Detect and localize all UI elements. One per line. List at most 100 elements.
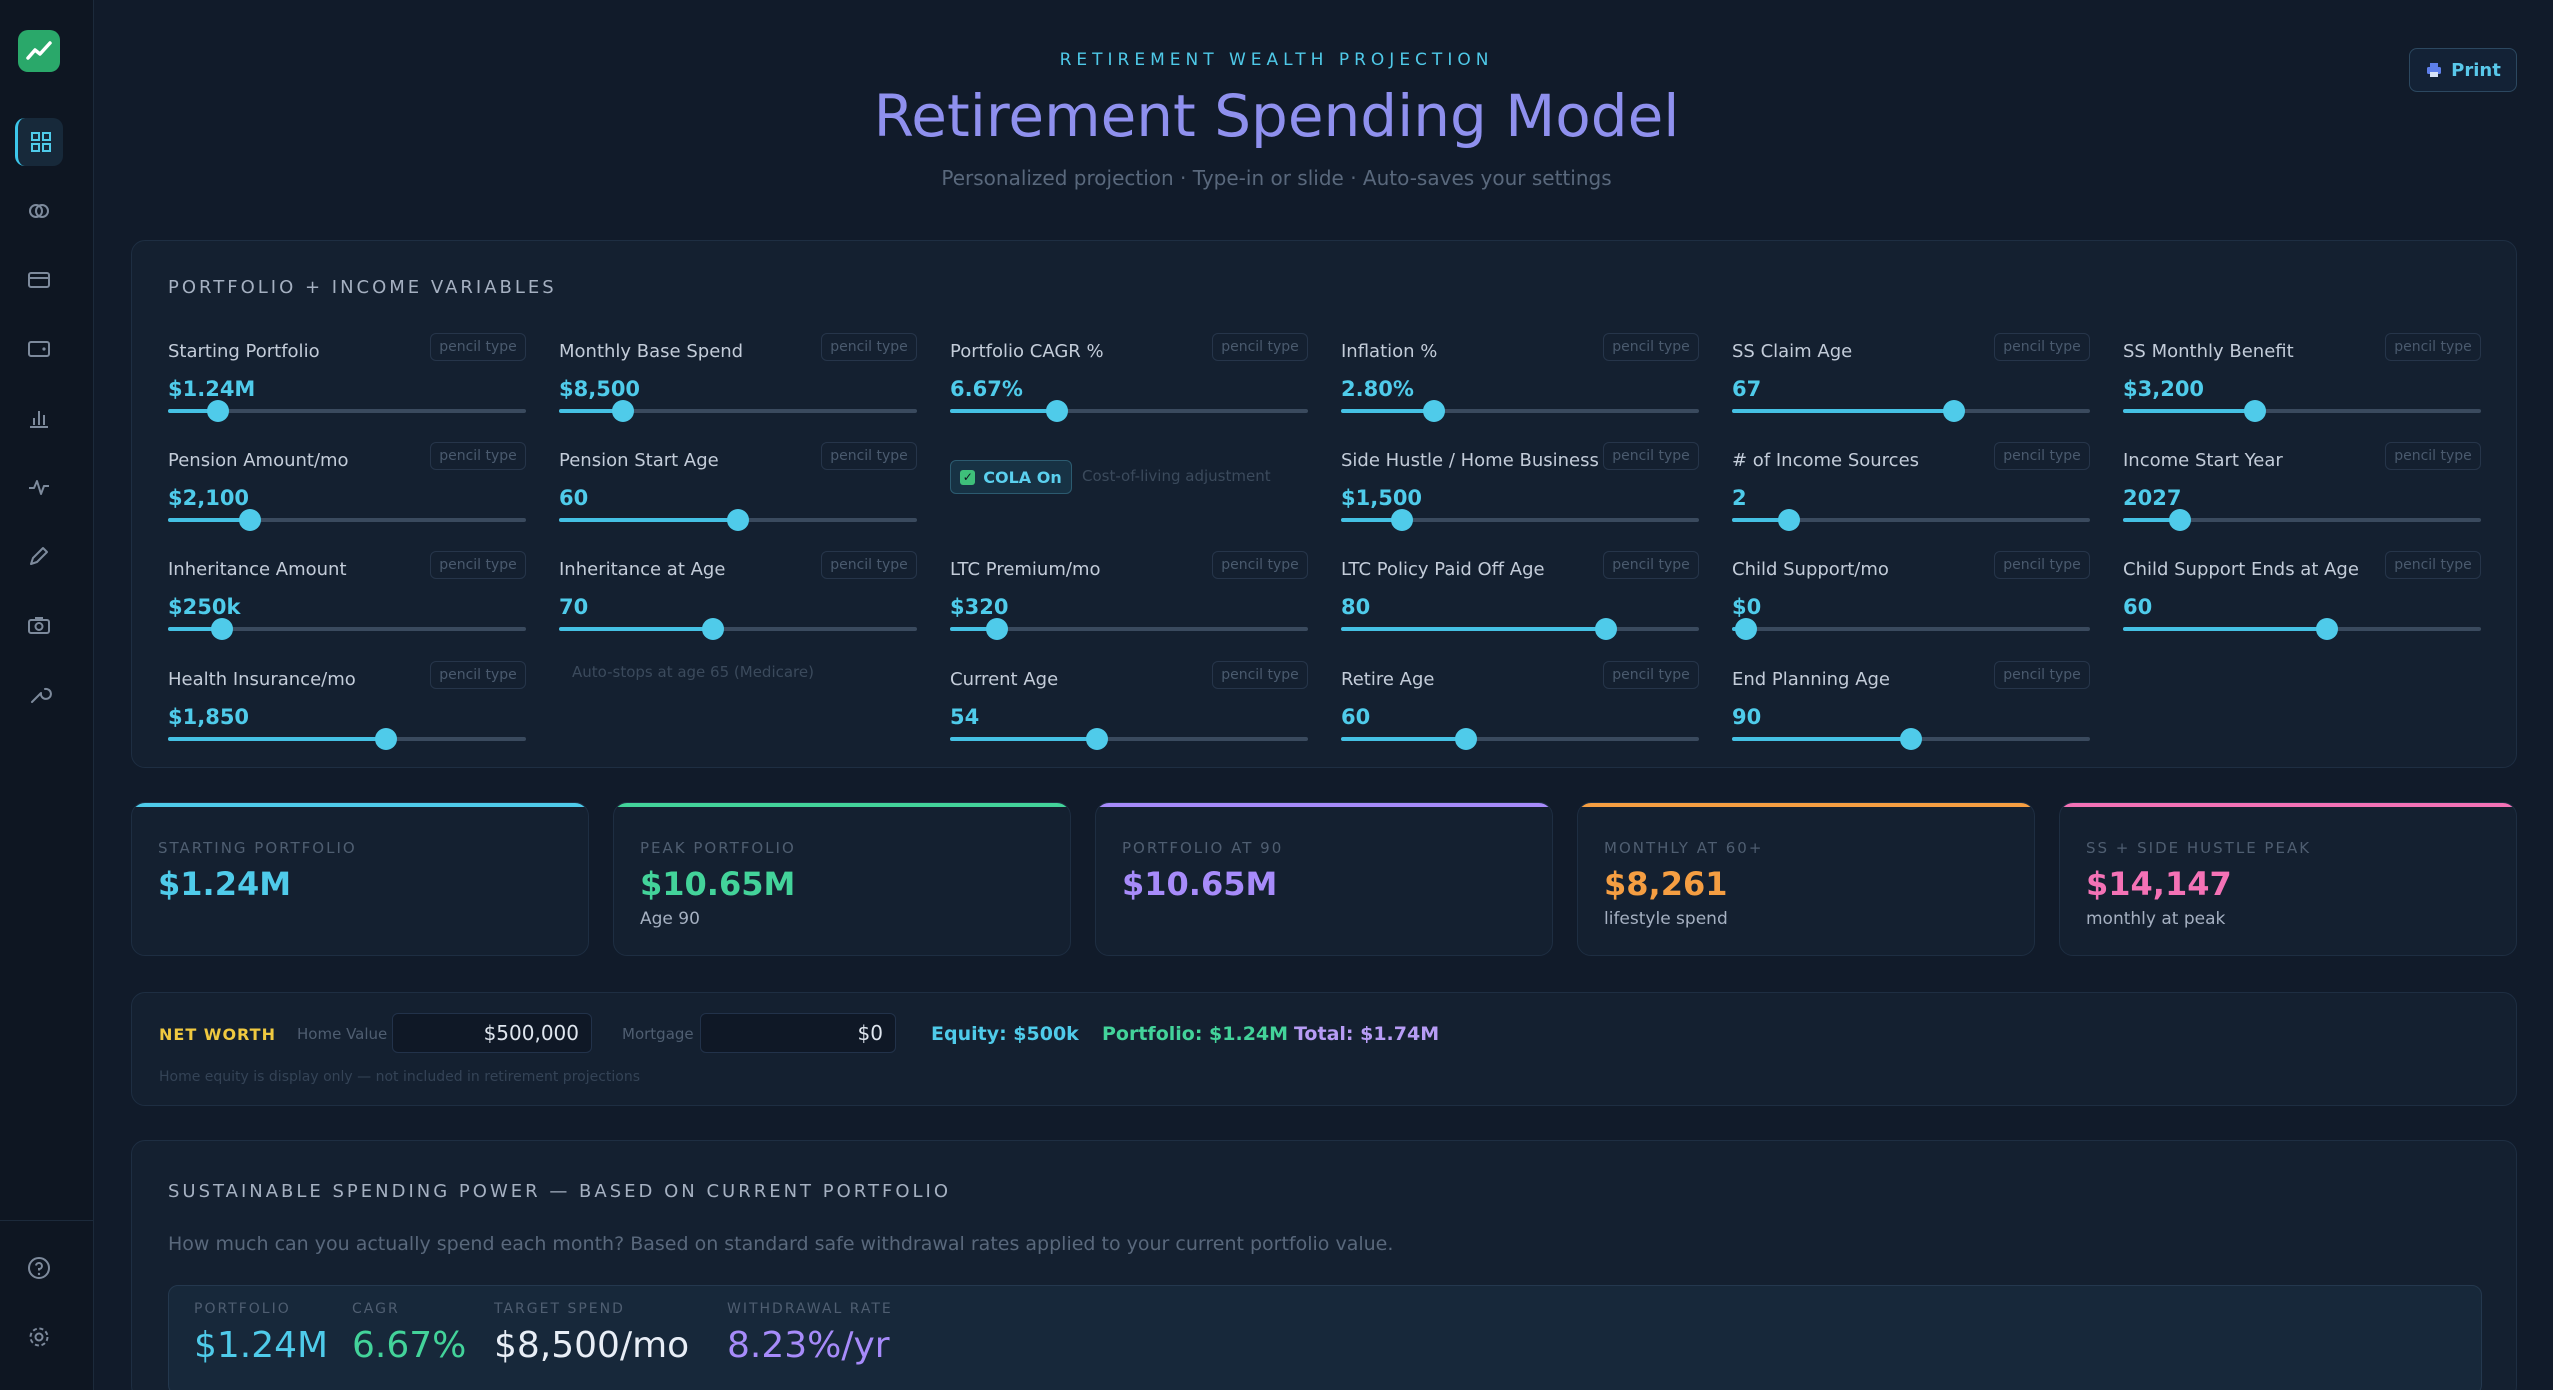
slider-thumb[interactable] bbox=[1390, 509, 1413, 531]
pencil-type-button[interactable]: pencil type bbox=[1994, 551, 2090, 579]
variable-value[interactable]: $2,100 bbox=[168, 486, 249, 510]
slider-thumb[interactable] bbox=[1085, 728, 1108, 750]
slider-thumb[interactable] bbox=[1046, 400, 1069, 422]
variable-control: SS Claim Age pencil type 67 bbox=[1732, 333, 2090, 441]
slider-thumb[interactable] bbox=[375, 728, 398, 750]
slider-thumb[interactable] bbox=[701, 618, 724, 640]
variable-value[interactable]: $0 bbox=[1732, 595, 1761, 619]
slider-track[interactable] bbox=[1732, 509, 2090, 531]
nav-wallet[interactable] bbox=[15, 325, 63, 373]
pencil-type-button[interactable]: pencil type bbox=[1994, 661, 2090, 689]
slider-thumb[interactable] bbox=[2316, 618, 2339, 640]
slider-thumb[interactable] bbox=[1455, 728, 1478, 750]
variable-value[interactable]: 2027 bbox=[2123, 486, 2181, 510]
slider-track[interactable] bbox=[168, 400, 526, 422]
slider-track[interactable] bbox=[168, 509, 526, 531]
nav-tools[interactable] bbox=[15, 670, 63, 718]
variable-value[interactable]: 54 bbox=[950, 705, 979, 729]
variable-value[interactable]: $1,850 bbox=[168, 705, 249, 729]
variable-value[interactable]: 60 bbox=[2123, 595, 2152, 619]
slider-track[interactable] bbox=[1341, 400, 1699, 422]
pencil-type-button[interactable]: pencil type bbox=[2385, 333, 2481, 361]
pencil-type-button[interactable]: pencil type bbox=[430, 661, 526, 689]
slider-track[interactable] bbox=[1732, 728, 2090, 750]
pencil-type-button[interactable]: pencil type bbox=[1212, 661, 1308, 689]
pencil-type-button[interactable]: pencil type bbox=[1212, 333, 1308, 361]
variable-label: End Planning Age bbox=[1732, 669, 1891, 690]
slider-thumb[interactable] bbox=[2244, 400, 2267, 422]
pencil-type-button[interactable]: pencil type bbox=[430, 442, 526, 470]
slider-thumb[interactable] bbox=[612, 400, 635, 422]
slider-track[interactable] bbox=[950, 400, 1308, 422]
variable-value[interactable]: $3,200 bbox=[2123, 377, 2204, 401]
variable-value[interactable]: 70 bbox=[559, 595, 588, 619]
variable-value[interactable]: 60 bbox=[559, 486, 588, 510]
pencil-type-button[interactable]: pencil type bbox=[1603, 333, 1699, 361]
nav-cards[interactable] bbox=[15, 256, 63, 304]
slider-thumb[interactable] bbox=[1778, 509, 1801, 531]
variable-value[interactable]: 2.80% bbox=[1341, 377, 1414, 401]
slider-track[interactable] bbox=[2123, 509, 2481, 531]
pencil-type-button[interactable]: pencil type bbox=[430, 333, 526, 361]
pencil-type-button[interactable]: pencil type bbox=[1603, 551, 1699, 579]
slider-track[interactable] bbox=[2123, 400, 2481, 422]
variable-value[interactable]: 2 bbox=[1732, 486, 1747, 510]
slider-thumb[interactable] bbox=[2169, 509, 2192, 531]
pencil-type-button[interactable]: pencil type bbox=[1603, 661, 1699, 689]
slider-thumb[interactable] bbox=[207, 400, 230, 422]
home-value-input[interactable]: $500,000 bbox=[392, 1013, 592, 1053]
print-button[interactable]: Print bbox=[2409, 48, 2517, 92]
slider-thumb[interactable] bbox=[239, 509, 262, 531]
variable-value[interactable]: $1,500 bbox=[1341, 486, 1422, 510]
mortgage-input[interactable]: $0 bbox=[700, 1013, 896, 1053]
slider-track[interactable] bbox=[1341, 618, 1699, 640]
nav-edit[interactable] bbox=[15, 532, 63, 580]
nav-activity[interactable] bbox=[15, 463, 63, 511]
variable-value[interactable]: 67 bbox=[1732, 377, 1761, 401]
slider-track[interactable] bbox=[950, 728, 1308, 750]
nav-settings[interactable] bbox=[15, 1313, 63, 1361]
slider-track[interactable] bbox=[559, 618, 917, 640]
slider-thumb[interactable] bbox=[1423, 400, 1446, 422]
pencil-type-button[interactable]: pencil type bbox=[821, 442, 917, 470]
variable-value[interactable]: 60 bbox=[1341, 705, 1370, 729]
pencil-type-button[interactable]: pencil type bbox=[2385, 551, 2481, 579]
slider-track[interactable] bbox=[168, 618, 526, 640]
variable-value[interactable]: $8,500 bbox=[559, 377, 640, 401]
pencil-type-button[interactable]: pencil type bbox=[821, 333, 917, 361]
pencil-type-button[interactable]: pencil type bbox=[821, 551, 917, 579]
slider-track[interactable] bbox=[1732, 618, 2090, 640]
variable-value[interactable]: 6.67% bbox=[950, 377, 1023, 401]
variable-value[interactable]: 80 bbox=[1341, 595, 1370, 619]
slider-thumb[interactable] bbox=[210, 618, 233, 640]
slider-track[interactable] bbox=[168, 728, 526, 750]
pencil-type-button[interactable]: pencil type bbox=[2385, 442, 2481, 470]
pencil-type-button[interactable]: pencil type bbox=[1994, 333, 2090, 361]
pencil-type-button[interactable]: pencil type bbox=[1603, 442, 1699, 470]
nav-charts[interactable] bbox=[15, 394, 63, 442]
variable-value[interactable]: $1.24M bbox=[168, 377, 255, 401]
variable-value[interactable]: $250k bbox=[168, 595, 240, 619]
variable-value[interactable]: 90 bbox=[1732, 705, 1761, 729]
slider-thumb[interactable] bbox=[1735, 618, 1758, 640]
nav-snapshot[interactable] bbox=[15, 601, 63, 649]
pencil-type-button[interactable]: pencil type bbox=[430, 551, 526, 579]
slider-track[interactable] bbox=[2123, 618, 2481, 640]
slider-track[interactable] bbox=[1341, 509, 1699, 531]
slider-thumb[interactable] bbox=[1594, 618, 1617, 640]
slider-thumb[interactable] bbox=[985, 618, 1008, 640]
slider-track[interactable] bbox=[559, 400, 917, 422]
slider-thumb[interactable] bbox=[727, 509, 749, 531]
nav-rings[interactable] bbox=[15, 187, 63, 235]
pencil-type-button[interactable]: pencil type bbox=[1212, 551, 1308, 579]
slider-track[interactable] bbox=[1732, 400, 2090, 422]
cola-toggle[interactable]: ✓ COLA On bbox=[950, 460, 1072, 494]
variable-value[interactable]: $320 bbox=[950, 595, 1008, 619]
pencil-type-button[interactable]: pencil type bbox=[1994, 442, 2090, 470]
slider-track[interactable] bbox=[1341, 728, 1699, 750]
slider-track[interactable] bbox=[559, 509, 917, 531]
slider-track[interactable] bbox=[950, 618, 1308, 640]
slider-thumb[interactable] bbox=[1942, 400, 1965, 422]
slider-thumb[interactable] bbox=[1900, 728, 1922, 750]
nav-help[interactable] bbox=[15, 1244, 63, 1292]
